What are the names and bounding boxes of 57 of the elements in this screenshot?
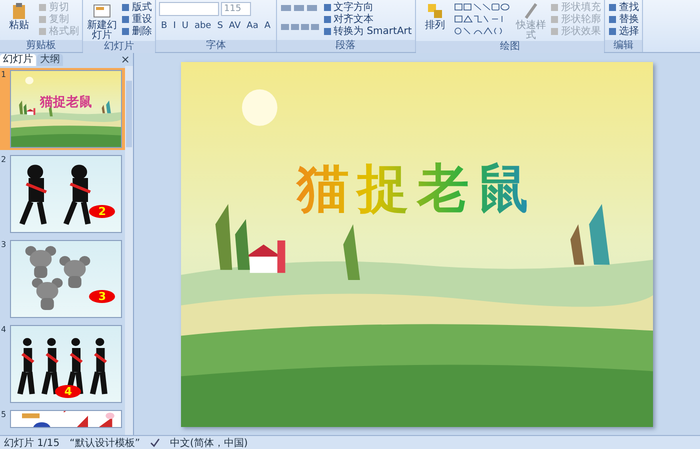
ribbon-small-button[interactable]: 版式 bbox=[121, 2, 152, 13]
slide-counter: 幻灯片 1/15 bbox=[4, 436, 60, 449]
number-badge: 2 bbox=[89, 205, 115, 218]
ribbon-large-button[interactable]: 新建幻灯片 bbox=[86, 2, 118, 41]
format-button[interactable]: AV bbox=[226, 20, 243, 32]
slide-thumbnail[interactable]: 2 bbox=[10, 155, 122, 233]
format-button[interactable]: Aa bbox=[244, 20, 260, 32]
ribbon-large-button[interactable]: 粘贴 bbox=[3, 2, 35, 31]
pane-tab[interactable]: 幻灯片 bbox=[0, 54, 36, 66]
shapes-gallery-drawing[interactable] bbox=[454, 3, 512, 37]
theme-name: “默认设计模板” bbox=[70, 436, 140, 449]
group-label: 字体 bbox=[156, 40, 276, 52]
group-label: 编辑 bbox=[604, 40, 642, 52]
check-icon[interactable] bbox=[150, 438, 160, 448]
slide-thumbnail-row[interactable]: 5 bbox=[0, 408, 125, 430]
slide-thumbnail[interactable]: 猫捉老鼠 bbox=[10, 70, 122, 148]
clipboard-icon bbox=[10, 2, 28, 20]
number-badge: 3 bbox=[89, 290, 115, 303]
font-name-field[interactable] bbox=[159, 2, 219, 16]
ribbon-small-button[interactable]: 对齐文本 bbox=[322, 14, 412, 25]
ribbon-small-button[interactable]: 转换为 SmartArt bbox=[322, 26, 412, 37]
slide-thumbnail-row[interactable]: 2 2 bbox=[0, 153, 125, 235]
ribbon-small-button[interactable]: 文字方向 bbox=[322, 2, 412, 13]
slide-number: 1 bbox=[1, 70, 8, 81]
slide-thumbnail-row[interactable]: 4 4 bbox=[0, 323, 125, 405]
group-label: 剪贴板 bbox=[0, 40, 82, 52]
slide-thumbnail-row[interactable]: 1 猫捉老鼠 bbox=[0, 68, 125, 150]
number-badge: 4 bbox=[55, 385, 81, 398]
slide-number: 2 bbox=[1, 155, 8, 166]
slide-thumbnail[interactable]: 3 bbox=[10, 240, 122, 318]
group-label: 段落 bbox=[276, 40, 415, 52]
slide-icon bbox=[93, 2, 111, 20]
language-indicator[interactable]: 中文(简体，中国) bbox=[170, 436, 248, 449]
slide-number: 3 bbox=[1, 240, 8, 251]
ribbon-large-button[interactable]: 排列 bbox=[418, 2, 451, 31]
close-button[interactable]: × bbox=[120, 54, 133, 66]
ribbon-small-button[interactable]: 重设 bbox=[121, 14, 152, 25]
ribbon-small-button[interactable]: 替换 bbox=[608, 14, 639, 25]
slide-thumbnail[interactable]: 4 bbox=[10, 325, 122, 403]
format-button[interactable]: I bbox=[171, 20, 178, 32]
format-button[interactable]: A bbox=[262, 20, 273, 32]
format-button[interactable]: U bbox=[180, 20, 190, 32]
stacked-squares-icon bbox=[426, 2, 444, 20]
slide-thumbnail-row[interactable]: 3 3 bbox=[0, 238, 125, 320]
group-label: 绘图 bbox=[416, 41, 604, 53]
slide-number: 4 bbox=[1, 325, 8, 336]
format-button[interactable]: B bbox=[159, 20, 170, 32]
scrollbar[interactable] bbox=[125, 66, 133, 435]
slide-number: 5 bbox=[1, 410, 8, 421]
thumbnail-title: 猫捉老鼠 bbox=[38, 94, 93, 111]
ribbon-small-button[interactable]: 删除 bbox=[121, 26, 152, 37]
format-button[interactable]: abe bbox=[192, 20, 214, 32]
format-button[interactable]: S bbox=[215, 20, 225, 32]
ribbon-small-button[interactable]: 选择 bbox=[608, 26, 639, 37]
ribbon-small-button[interactable]: 查找 bbox=[608, 2, 639, 13]
group-label: 幻灯片 bbox=[83, 41, 155, 53]
pane-tab[interactable]: 大纲 bbox=[37, 54, 63, 66]
